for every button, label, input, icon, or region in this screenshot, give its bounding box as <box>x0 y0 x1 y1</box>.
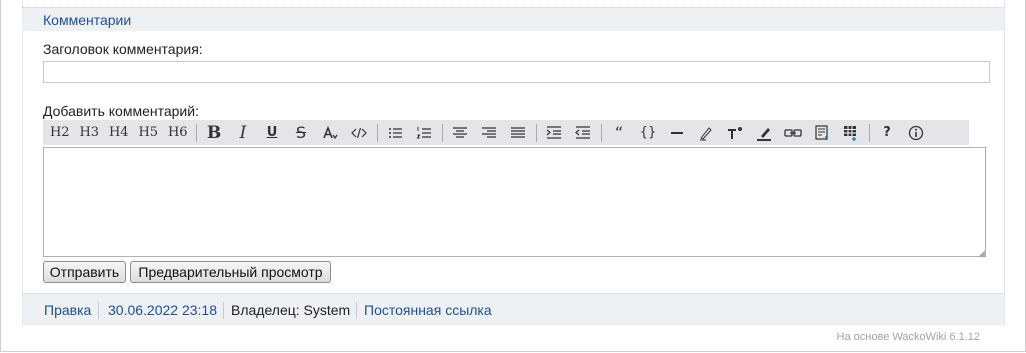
strikethrough-button[interactable]: S <box>287 120 316 145</box>
add-comment-label: Добавить комментарий: <box>43 103 199 119</box>
underline-button[interactable]: U <box>258 120 287 145</box>
toolbar-divider <box>535 123 537 142</box>
code-icon[interactable] <box>345 120 374 145</box>
help-button[interactable]: ? <box>873 120 902 145</box>
align-right-icon[interactable] <box>475 120 504 145</box>
heading-2-button[interactable]: H2 <box>45 120 75 145</box>
align-center-icon[interactable] <box>446 120 475 145</box>
superscript-icon[interactable] <box>721 120 750 145</box>
quote-button[interactable]: “ <box>605 120 634 145</box>
info-icon[interactable] <box>902 120 931 145</box>
powered-by-text: На основе WackoWiki 6.1.12 <box>836 331 980 343</box>
highlight-icon[interactable] <box>750 120 779 145</box>
heading-3-button[interactable]: H3 <box>75 120 105 145</box>
table-icon[interactable] <box>837 120 866 145</box>
comment-body-textarea[interactable] <box>43 147 986 257</box>
numbered-list-icon[interactable] <box>410 120 439 145</box>
italic-button[interactable]: I <box>229 120 258 145</box>
submit-button[interactable]: Отправить <box>43 261 126 283</box>
toolbar-divider <box>195 123 197 142</box>
comment-form: Заголовок комментария: Добавить коммента… <box>23 31 1004 293</box>
preview-button[interactable]: Предварительный просмотр <box>130 261 331 283</box>
text-color-icon[interactable] <box>316 120 345 145</box>
edit-link[interactable]: Правка <box>44 302 91 318</box>
owner-text: Владелец: System <box>231 302 351 318</box>
code-braces-button[interactable]: {} <box>634 120 663 145</box>
bullet-list-icon[interactable] <box>381 120 410 145</box>
footnote-icon[interactable] <box>808 120 837 145</box>
revision-timestamp-link[interactable]: 30.06.2022 23:18 <box>108 302 217 318</box>
link-icon[interactable] <box>779 120 808 145</box>
footer-divider <box>223 302 224 319</box>
toolbar-divider <box>600 123 602 142</box>
indent-icon[interactable] <box>540 120 569 145</box>
comment-title-input[interactable] <box>43 61 990 83</box>
heading-4-button[interactable]: H4 <box>104 120 134 145</box>
horizontal-rule-icon[interactable] <box>663 120 692 145</box>
toolbar-divider <box>441 123 443 142</box>
heading-5-button[interactable]: H5 <box>134 120 164 145</box>
toolbar-divider <box>376 123 378 142</box>
outdent-icon[interactable] <box>569 120 598 145</box>
bold-button[interactable]: B <box>200 120 229 145</box>
align-justify-icon[interactable] <box>504 120 533 145</box>
page-footer-bar: Правка 30.06.2022 23:18 Владелец: System… <box>23 293 1004 325</box>
permalink-link[interactable]: Постоянная ссылка <box>364 302 492 318</box>
toolbar-divider <box>868 123 870 142</box>
comments-title: Комментарии <box>43 12 132 28</box>
comments-header: Комментарии <box>22 7 1004 31</box>
footer-divider <box>98 302 99 319</box>
comment-title-label: Заголовок комментария: <box>43 41 203 57</box>
editor-toolbar: H2 H3 H4 H5 H6 B I U S “ {} ? <box>43 120 969 145</box>
footer-divider <box>356 302 357 319</box>
heading-6-button[interactable]: H6 <box>163 120 193 145</box>
pen-icon[interactable] <box>692 120 721 145</box>
resize-handle-icon[interactable]: ◢ <box>978 249 1003 292</box>
